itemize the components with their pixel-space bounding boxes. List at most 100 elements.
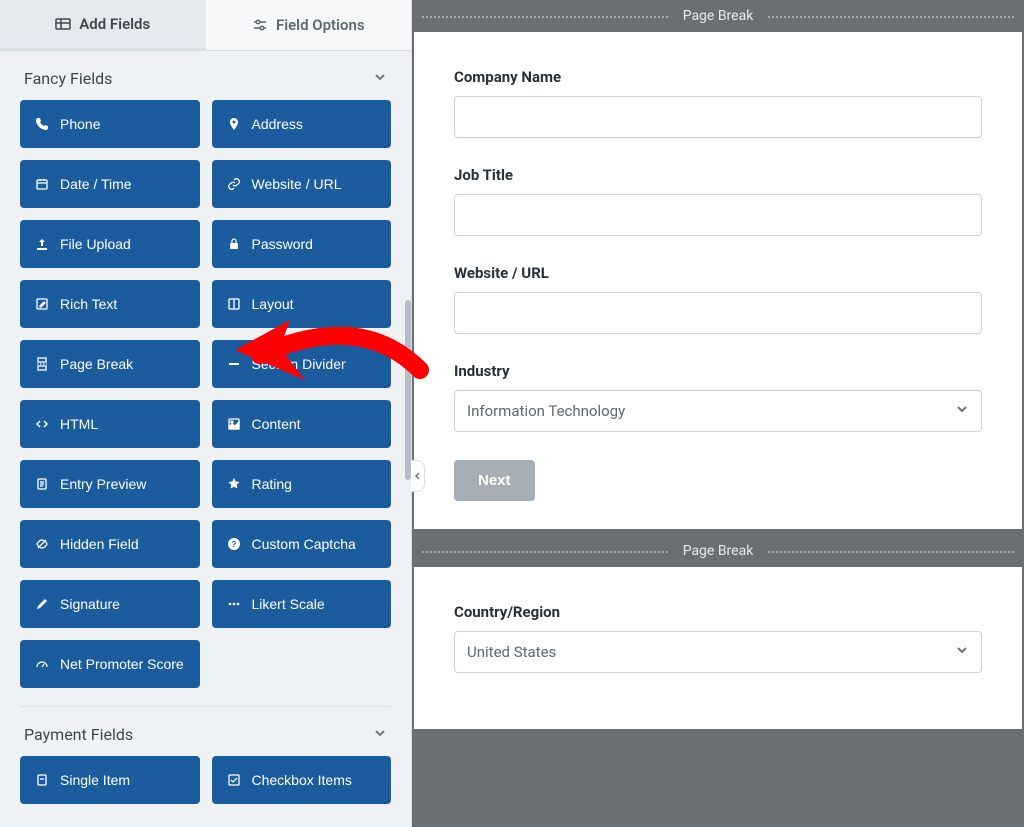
sliders-icon [252,17,268,33]
doc-icon [34,772,50,788]
star-icon [226,476,242,492]
field-label: Single Item [60,772,130,788]
website-input[interactable] [454,292,982,334]
image-icon [226,416,242,432]
field-website[interactable]: Website / URL [212,160,392,208]
field-label: Website / URL [252,176,342,192]
fancy-fields-grid: Phone Address Date / Time Website / URL … [20,100,391,688]
field-label: Rich Text [60,296,117,312]
pen-icon [34,596,50,612]
page-break-divider[interactable]: Page Break [412,535,1024,567]
field-hidden[interactable]: Hidden Field [20,520,200,568]
company-field[interactable]: Company Name [454,68,982,138]
field-signature[interactable]: Signature [20,580,200,628]
tab-add-fields[interactable]: Add Fields [0,0,206,50]
field-label: Checkbox Items [252,772,352,788]
field-password[interactable]: Password [212,220,392,268]
pagebreak-icon [34,356,50,372]
tab-field-options[interactable]: Field Options [206,0,412,50]
country-field[interactable]: Country/Region United States [454,603,982,673]
chevron-down-icon [373,725,387,744]
scrollbar[interactable] [405,300,411,480]
svg-text:?: ? [231,540,236,549]
tab-label: Add Fields [79,15,150,33]
country-label: Country/Region [454,603,982,621]
lock-icon [226,236,242,252]
link-icon [226,176,242,192]
tabs: Add Fields Field Options [0,0,411,51]
field-label: Likert Scale [252,596,325,612]
jobtitle-label: Job Title [454,166,982,184]
field-label: Net Promoter Score [60,656,184,672]
payment-fields-grid: Single Item Checkbox Items [20,756,391,804]
field-label: Section Divider [252,356,346,372]
pin-icon [226,116,242,132]
section-title: Fancy Fields [24,69,112,88]
page-break-divider[interactable]: Page Break [412,0,1024,32]
next-button[interactable]: Next [454,460,535,501]
form-preview: Page Break Company Name Job Title Websit… [412,0,1024,827]
jobtitle-field[interactable]: Job Title [454,166,982,236]
website-field[interactable]: Website / URL [454,264,982,334]
website-label: Website / URL [454,264,982,282]
field-html[interactable]: HTML [20,400,200,448]
country-select[interactable]: United States [454,631,982,673]
collapse-sidebar-button[interactable] [411,460,425,492]
next-label: Next [478,472,511,489]
sidebar: Add Fields Field Options Fancy Fields Ph… [0,0,412,827]
field-checkbox-items[interactable]: Checkbox Items [212,756,392,804]
field-label: Rating [252,476,292,492]
code-icon [34,416,50,432]
section-fancy-fields[interactable]: Fancy Fields [20,51,391,100]
gauge-icon [34,656,50,672]
company-input[interactable] [454,96,982,138]
field-richtext[interactable]: Rich Text [20,280,200,328]
upload-icon [34,236,50,252]
field-layout[interactable]: Layout [212,280,392,328]
industry-select[interactable]: Information Technology [454,390,982,432]
minus-icon [226,356,242,372]
field-label: Content [252,416,301,432]
field-label: Hidden Field [60,536,139,552]
tab-label: Field Options [276,16,365,34]
field-content[interactable]: Content [212,400,392,448]
field-label: Layout [252,296,294,312]
chevron-down-icon [373,69,387,88]
field-section-divider[interactable]: Section Divider [212,340,392,388]
help-icon: ? [226,536,242,552]
sidebar-content: Fancy Fields Phone Address Date / Time [0,51,411,827]
field-nps[interactable]: Net Promoter Score [20,640,200,688]
field-label: Entry Preview [60,476,146,492]
jobtitle-input[interactable] [454,194,982,236]
field-phone[interactable]: Phone [20,100,200,148]
section-payment-fields[interactable]: Payment Fields [20,707,391,756]
field-label: Address [252,116,303,132]
eye-off-icon [34,536,50,552]
section-title: Payment Fields [24,725,133,744]
field-upload[interactable]: File Upload [20,220,200,268]
grid-icon [55,16,71,32]
field-label: Signature [60,596,120,612]
field-label: Date / Time [60,176,132,192]
chevron-down-icon [955,402,969,420]
field-label: HTML [60,416,98,432]
chevron-down-icon [955,643,969,661]
field-label: Phone [60,116,100,132]
field-entry-preview[interactable]: Entry Preview [20,460,200,508]
field-datetime[interactable]: Date / Time [20,160,200,208]
form-page: Company Name Job Title Website / URL Ind… [414,32,1022,529]
field-address[interactable]: Address [212,100,392,148]
field-pagebreak[interactable]: Page Break [20,340,200,388]
field-likert[interactable]: Likert Scale [212,580,392,628]
layout-icon [226,296,242,312]
calendar-icon [34,176,50,192]
field-rating[interactable]: Rating [212,460,392,508]
page-break-label: Page Break [683,8,754,24]
field-label: Custom Captcha [252,536,356,552]
field-label: Page Break [60,356,133,372]
field-captcha[interactable]: ? Custom Captcha [212,520,392,568]
field-label: Password [252,236,313,252]
field-single-item[interactable]: Single Item [20,756,200,804]
dots-icon [226,596,242,612]
industry-field[interactable]: Industry Information Technology [454,362,982,432]
